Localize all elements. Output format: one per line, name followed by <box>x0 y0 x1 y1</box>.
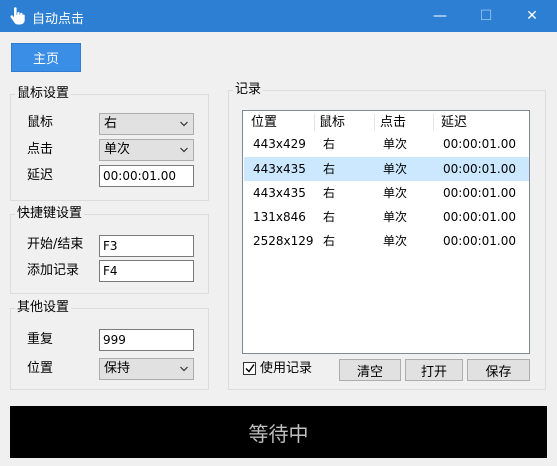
hotkey-settings-title: 快捷键设置 <box>15 206 85 222</box>
close-button[interactable]: ✕ <box>509 0 555 32</box>
row-mouse: 右 <box>323 162 336 176</box>
column-header-mouse[interactable]: 鼠标 <box>319 115 345 131</box>
row-position: 443x429 <box>253 137 306 151</box>
records-list[interactable]: 位置 鼠标 点击 延迟 443x429 右 单次 00:00:01.00 443… <box>242 110 530 354</box>
click-label: 点击 <box>27 142 54 157</box>
row-delay: 00:00:01.00 <box>443 162 516 176</box>
position-mode-value: 保持 <box>104 361 131 376</box>
row-delay: 00:00:01.00 <box>443 210 516 224</box>
use-records-label[interactable]: 使用记录 <box>260 361 312 377</box>
table-row[interactable]: 443x429 右 单次 00:00:01.00 <box>244 132 529 156</box>
column-header-delay[interactable]: 延迟 <box>441 115 467 131</box>
save-button[interactable]: 保存 <box>467 359 530 381</box>
chevron-down-icon <box>180 147 188 153</box>
chevron-down-icon <box>180 366 188 372</box>
row-position: 443x435 <box>253 162 306 176</box>
start-stop-label: 开始/结束 <box>27 237 84 252</box>
table-row[interactable]: 443x435 右 单次 00:00:01.00 <box>244 181 529 205</box>
column-divider[interactable] <box>433 114 434 131</box>
row-click: 单次 <box>383 137 408 151</box>
row-position: 443x435 <box>253 186 306 200</box>
mouse-label: 鼠标 <box>27 115 54 130</box>
maximize-button[interactable]: ☐ <box>463 0 509 32</box>
repeat-count-input[interactable]: 999 <box>99 329 194 351</box>
mouse-button-value: 右 <box>104 116 118 131</box>
checkmark-icon <box>245 364 255 373</box>
records-title: 记录 <box>233 82 264 98</box>
row-mouse: 右 <box>323 186 336 200</box>
row-position: 131x846 <box>253 210 306 224</box>
column-divider[interactable] <box>374 114 375 131</box>
status-display: 等待中 <box>10 406 547 458</box>
delay-input[interactable]: 00:00:01.00 <box>99 165 194 187</box>
row-delay: 00:00:01.00 <box>443 234 516 248</box>
position-mode-select[interactable]: 保持 <box>99 358 194 380</box>
minimize-button[interactable]: — <box>417 0 463 32</box>
table-row[interactable]: 2528x129 右 单次 00:00:01.00 <box>244 229 529 253</box>
start-stop-hotkey-input[interactable]: F3 <box>99 235 194 257</box>
title-bar: 自动点击 — ☐ ✕ <box>0 0 557 32</box>
column-header-click[interactable]: 点击 <box>380 115 406 131</box>
mouse-button-select[interactable]: 右 <box>99 113 194 135</box>
hand-pointer-icon <box>10 7 25 25</box>
position-label: 位置 <box>27 361 54 376</box>
row-delay: 00:00:01.00 <box>443 186 516 200</box>
home-button[interactable]: 主页 <box>11 43 81 72</box>
row-click: 单次 <box>383 210 408 224</box>
row-click: 单次 <box>383 234 408 248</box>
chevron-down-icon <box>180 121 188 127</box>
repeat-label: 重复 <box>27 332 54 347</box>
row-position: 2528x129 <box>253 234 314 248</box>
add-record-hotkey-input[interactable]: F4 <box>99 260 194 282</box>
use-records-checkbox[interactable] <box>243 362 256 375</box>
window-title: 自动点击 <box>32 12 85 27</box>
clear-button[interactable]: 清空 <box>339 359 401 381</box>
status-text: 等待中 <box>248 421 309 446</box>
row-click: 单次 <box>383 162 408 176</box>
table-row[interactable]: 131x846 右 单次 00:00:01.00 <box>244 205 529 229</box>
column-divider[interactable] <box>314 114 315 131</box>
row-mouse: 右 <box>323 234 336 248</box>
row-mouse: 右 <box>323 210 336 224</box>
table-row-selected[interactable]: 443x435 右 单次 00:00:01.00 <box>244 157 529 181</box>
column-header-position[interactable]: 位置 <box>251 115 277 131</box>
row-click: 单次 <box>383 186 408 200</box>
row-mouse: 右 <box>323 137 336 151</box>
add-record-label: 添加记录 <box>27 263 80 278</box>
mouse-settings-title: 鼠标设置 <box>15 86 72 102</box>
click-type-value: 单次 <box>104 142 131 157</box>
open-button[interactable]: 打开 <box>405 359 463 381</box>
row-delay: 00:00:01.00 <box>443 137 516 151</box>
delay-label: 延迟 <box>27 168 54 183</box>
click-type-select[interactable]: 单次 <box>99 139 194 161</box>
other-settings-title: 其他设置 <box>15 300 72 316</box>
